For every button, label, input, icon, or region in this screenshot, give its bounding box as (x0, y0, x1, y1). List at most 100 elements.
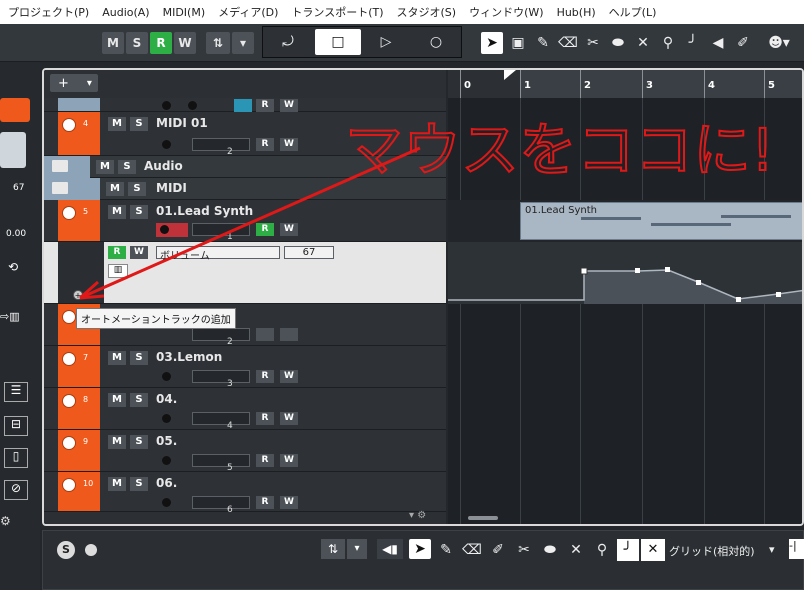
read-button[interactable]: R (256, 138, 274, 151)
menu-transport[interactable]: トランスポート(T) (291, 4, 383, 20)
track-row-06[interactable]: 10 M S 06. 6 R W (44, 472, 446, 515)
record-icon[interactable] (85, 544, 97, 556)
track-solo-button[interactable]: S (130, 435, 148, 449)
menu-window[interactable]: ウィンドウ(W) (469, 4, 543, 20)
automation-lane[interactable]: R W ボリューム 67 ▥ + (44, 242, 446, 304)
monitor-icon[interactable] (188, 101, 197, 110)
mute-tool-icon[interactable]: ✕ (565, 539, 587, 561)
midi-channel-box[interactable]: 3 (192, 370, 250, 389)
record-enable-icon[interactable] (162, 140, 171, 149)
write-button[interactable]: W (280, 138, 298, 151)
quantize-field[interactable]: -| (789, 539, 804, 559)
horizontal-scrollbar[interactable] (468, 516, 498, 520)
record-enable-icon[interactable] (162, 101, 171, 110)
automation-curve[interactable] (448, 242, 804, 304)
settings-gear-icon[interactable]: ⚙ (0, 514, 11, 528)
automation-write-button[interactable]: W (130, 246, 148, 259)
pointer-tool-icon[interactable]: ➤ (409, 539, 431, 559)
read-button[interactable]: R (256, 412, 274, 425)
track-solo-button[interactable]: S (130, 351, 148, 365)
track-mute-button[interactable]: M (108, 435, 126, 449)
zoom-tool-icon[interactable]: ⚲ (591, 539, 613, 561)
track-row-midi01[interactable]: 4 M S MIDI 01 2 R W (44, 112, 446, 157)
eraser-tool-icon[interactable]: ⌫ (461, 539, 483, 561)
solo-editor-button[interactable]: S (57, 541, 75, 559)
solo-button[interactable]: S (126, 32, 148, 54)
add-track-button[interactable]: + ▾ (50, 74, 98, 92)
range-tool-icon[interactable]: ▣ (507, 32, 529, 54)
read-button[interactable]: R (256, 496, 274, 509)
cycle-icon[interactable]: ⤾ (277, 31, 299, 53)
track-mute-button[interactable]: M (108, 393, 126, 407)
track-row-05[interactable]: 9 M S 05. 5 R W (44, 430, 446, 473)
automation-mode-icon[interactable]: ▥ (108, 264, 128, 278)
draw-tool-icon[interactable]: ✎ (435, 539, 457, 561)
midi-channel-box[interactable]: 4 (192, 412, 250, 431)
glue-tool-icon[interactable]: ⬬ (539, 539, 561, 561)
write-button[interactable]: W (174, 32, 196, 54)
track-solo-button[interactable]: S (130, 117, 148, 131)
read-button[interactable]: R (150, 32, 172, 54)
midi-part[interactable]: 01.Lead Synth (520, 202, 802, 240)
add-automation-icon[interactable]: + (73, 290, 83, 300)
menu-hub[interactable]: Hub(H) (557, 6, 596, 19)
menu-media[interactable]: メディア(D) (218, 4, 278, 20)
folder-row-midi[interactable]: M S MIDI (44, 178, 446, 200)
read-button[interactable]: R (256, 99, 274, 112)
track-name[interactable]: 05. (156, 434, 177, 448)
write-button[interactable]: W (280, 223, 298, 236)
record-enable-icon[interactable] (162, 456, 171, 465)
glue-tool-icon[interactable]: ⬬ (607, 32, 629, 54)
record-enable-icon[interactable] (162, 498, 171, 507)
track-mute-button[interactable]: M (108, 117, 126, 131)
menu-help[interactable]: ヘルプ(L) (609, 4, 657, 20)
grid-type-select[interactable]: グリッド(相対的) (669, 543, 755, 559)
scissors-tool-icon[interactable]: ✂ (582, 32, 604, 54)
folder-solo-button[interactable]: S (118, 160, 136, 174)
color-tool-icon[interactable]: ✐ (732, 32, 754, 54)
folder-mute-button[interactable]: M (106, 182, 124, 196)
automation-curve-area[interactable] (448, 242, 804, 304)
record-enable-icon[interactable] (162, 372, 171, 381)
cycle-range[interactable] (520, 70, 802, 98)
bypass-icon[interactable]: ⊘ (4, 480, 28, 500)
brush-tool-icon[interactable]: ✐ (487, 539, 509, 561)
speaker-icon[interactable]: ◀▮ (377, 539, 403, 559)
read-button[interactable]: R (256, 454, 274, 467)
line-tool-icon[interactable]: ╯ (682, 32, 704, 54)
sliders-icon[interactable]: ☰ (4, 382, 28, 402)
write-button[interactable]: W (280, 412, 298, 425)
track-row-partial[interactable]: R W (44, 98, 446, 112)
head-icon[interactable]: ☻▾ (763, 32, 795, 54)
midi-channel-box[interactable]: 2 (192, 328, 250, 347)
track-mute-button[interactable]: M (108, 205, 126, 219)
chevron-down-icon[interactable]: ▾ (232, 32, 254, 54)
chevron-down-icon[interactable]: ▾ (347, 539, 367, 559)
pointer-tool-icon[interactable]: ➤ (481, 32, 503, 54)
draw-tool-icon[interactable]: ✎ (532, 32, 554, 54)
track-name[interactable]: 03.Lemon (156, 350, 222, 364)
write-button[interactable]: W (280, 454, 298, 467)
track-solo-button[interactable]: S (130, 477, 148, 491)
folder-solo-button[interactable]: S (128, 182, 146, 196)
mute-tool-icon[interactable]: ✕ (632, 32, 654, 54)
write-button[interactable]: W (280, 496, 298, 509)
line-tool-icon[interactable]: ╯ (617, 539, 639, 561)
track-name[interactable]: 06. (156, 476, 177, 490)
track-row-lemon[interactable]: 7 M S 03.Lemon 3 R W (44, 346, 446, 389)
piano-icon[interactable] (234, 99, 252, 112)
folder-row-audio[interactable]: M S Audio (44, 156, 446, 178)
read-button[interactable] (256, 328, 274, 341)
write-button[interactable] (280, 328, 298, 341)
midi-channel-box[interactable]: 6 (192, 496, 250, 515)
chevron-down-icon[interactable]: ▾ (769, 543, 775, 556)
scissors-tool-icon[interactable]: ✂ (513, 539, 535, 561)
eraser-tool-icon[interactable]: ⌫ (557, 32, 579, 54)
constrain-icon[interactable]: ⇅ (206, 32, 230, 54)
play-button[interactable]: ▷ (375, 31, 397, 53)
track-row-04[interactable]: 8 M S 04. 4 R W (44, 388, 446, 431)
instrument-icon[interactable] (0, 98, 30, 122)
zoom-tool-icon[interactable]: ⚲ (657, 32, 679, 54)
track-name[interactable]: MIDI 01 (156, 116, 208, 130)
track-mute-button[interactable]: M (108, 477, 126, 491)
